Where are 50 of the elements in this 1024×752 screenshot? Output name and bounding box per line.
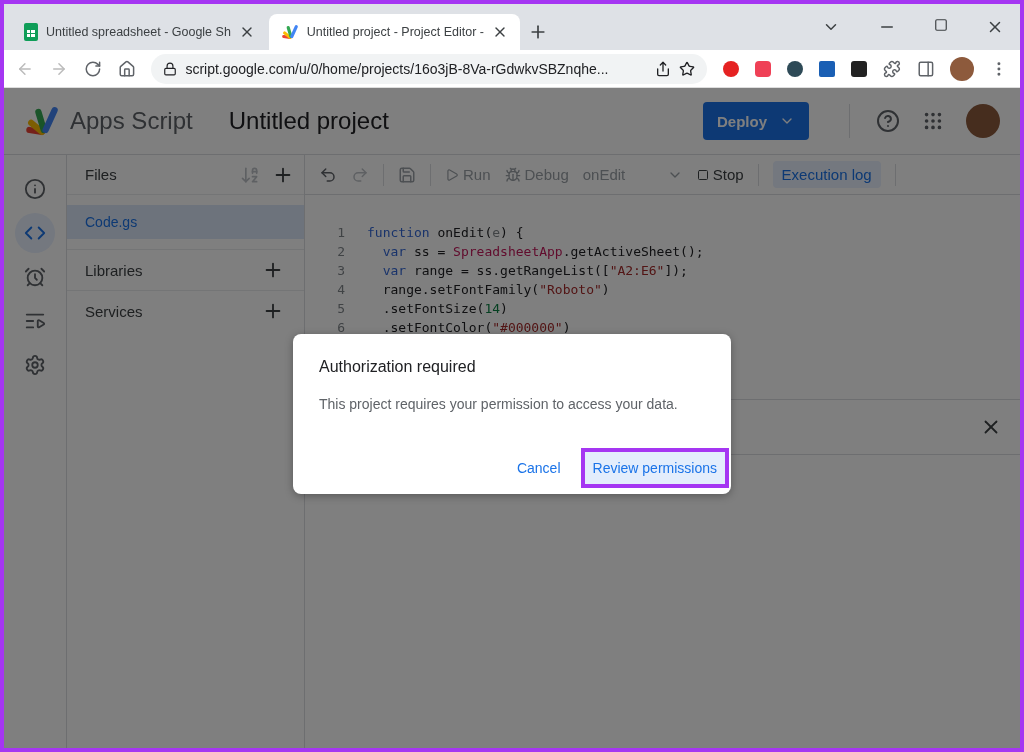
dialog-title: Authorization required (319, 358, 477, 376)
code-line: .setFontSize(14) (381, 301, 508, 316)
code-line: function onEdit(e) { (367, 225, 524, 240)
line-number: 1 (336, 225, 345, 240)
code-line: var ss = SpreadsheetApp.getActiveSheet(); (381, 244, 704, 259)
cancel-button[interactable]: Cancel (504, 448, 573, 488)
lock-icon (163, 61, 178, 76)
reload-icon[interactable] (83, 59, 102, 78)
avatar[interactable] (950, 56, 975, 81)
review-button[interactable]: Review permissions (580, 448, 729, 488)
line-number: 6 (336, 320, 345, 335)
side-panel-icon[interactable] (916, 59, 935, 78)
code-line: .setFontColor("#000000") (381, 320, 571, 335)
avatar[interactable] (966, 104, 1000, 138)
extensions-icon[interactable] (882, 59, 901, 78)
browser-tab[interactable]: Untitled project - Project Editor - (268, 14, 520, 50)
browser-tab[interactable]: Untitled spreadsheet - Google Sh (12, 14, 267, 50)
line-number: 5 (336, 301, 345, 316)
code-line: var range = ss.getRangeList(["A2:E6"]); (381, 263, 688, 278)
stop-button[interactable]: Stop (696, 166, 744, 183)
product-name: Apps Script (70, 107, 193, 135)
line-number: 2 (336, 244, 345, 259)
extension-icon[interactable] (818, 60, 835, 77)
logo-icon (280, 23, 299, 41)
extension-icon[interactable] (850, 60, 867, 77)
maximize-icon[interactable] (934, 18, 948, 32)
sheets-icon (24, 23, 38, 41)
line-number: 4 (336, 282, 345, 297)
extension-icon[interactable] (787, 60, 803, 77)
bug-icon (504, 166, 521, 183)
file-item[interactable]: Code.gs (67, 205, 304, 239)
line-number: 3 (336, 263, 345, 278)
bookmark-icon[interactable] (679, 60, 696, 77)
apps-icon[interactable] (922, 110, 944, 132)
stop-icon (696, 168, 709, 181)
home-icon[interactable] (117, 59, 136, 78)
panel-title: Files (85, 166, 118, 183)
undo-icon[interactable] (319, 165, 337, 184)
project-title[interactable]: Untitled project (228, 107, 389, 135)
address-bar[interactable]: script.google.com/u/0/home/projects/16o3jB-8Va-rGdwkvSBZnqhe... (151, 53, 708, 84)
code-line: range.setFontFamily("Roboto") (381, 282, 610, 297)
dialog-message: This project requires your permission to access your data. (319, 396, 679, 412)
share-icon[interactable] (655, 60, 672, 77)
execution-log-button[interactable]: Execution log (772, 161, 881, 188)
help-icon[interactable] (876, 109, 900, 133)
play-icon (445, 167, 459, 182)
section-title: Libraries (85, 261, 144, 279)
deploy-button[interactable]: Deploy (703, 102, 809, 140)
section-title: Services (85, 302, 144, 320)
code-icon[interactable] (15, 213, 55, 253)
